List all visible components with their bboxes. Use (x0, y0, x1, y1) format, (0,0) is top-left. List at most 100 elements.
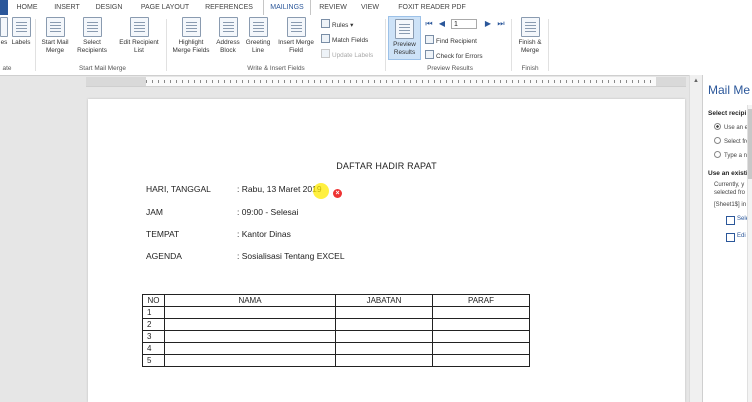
mail-merge-pane: Mail Me Select recipi Use an e Select fr… (702, 75, 752, 402)
column-header-paraf: PARAF (432, 294, 530, 307)
highlight-merge-fields-button[interactable]: Highlight Merge Fields (169, 17, 213, 55)
cell-jabatan[interactable] (335, 342, 433, 355)
insert-merge-field-button[interactable]: Insert Merge Field (274, 17, 318, 55)
check-for-errors-button[interactable]: Check for Errors (425, 50, 483, 60)
tab-file[interactable] (0, 0, 8, 15)
radio-select-from-outlook[interactable]: Select fro (714, 137, 749, 145)
check-for-errors-icon (425, 50, 434, 59)
table-header-row: NO NAMA JABATAN PARAF (142, 294, 530, 307)
pane-scrollbar-thumb[interactable] (748, 109, 752, 179)
use-existing-list-heading: Use an existi (708, 170, 748, 177)
start-mail-merge-label: Start Mail Merge (41, 39, 69, 54)
cell-nama[interactable] (164, 330, 336, 343)
cell-nama[interactable] (164, 306, 336, 319)
error-marker-icon: × (333, 189, 342, 198)
last-record-icon[interactable]: ⏭ (497, 19, 505, 28)
start-mail-merge-button[interactable]: Start Mail Merge (38, 17, 72, 55)
pane-title: Mail Me (708, 83, 751, 97)
select-recipients-button[interactable]: Select Recipients (73, 17, 111, 55)
field-value-time: : 09:00 - Selesai (237, 207, 299, 217)
match-fields-button[interactable]: Match Fields (321, 34, 368, 44)
tab-review[interactable]: REVIEW (317, 0, 349, 15)
document-scrollbar[interactable]: ▲ (689, 75, 703, 402)
cell-paraf[interactable] (432, 318, 530, 331)
attendance-table: NO NAMA JABATAN PARAF 1 2 3 4 5 (142, 294, 530, 367)
cell-paraf[interactable] (432, 330, 530, 343)
cell-jabatan[interactable] (335, 306, 433, 319)
highlight-merge-fields-label: Highlight Merge Fields (172, 39, 210, 54)
radio-label: Use an e (724, 125, 749, 131)
tab-insert[interactable]: INSERT (50, 0, 84, 15)
cell-nama[interactable] (164, 318, 336, 331)
group-separator (511, 19, 512, 71)
update-labels-button[interactable]: Update Labels (321, 49, 373, 59)
labels-icon (11, 17, 31, 37)
radio-label: Type a n (724, 153, 748, 159)
finish-merge-button[interactable]: Finish & Merge (514, 17, 546, 55)
address-block-icon (218, 17, 238, 37)
data-source-name: [Sheet1$] in (714, 202, 747, 208)
cell-paraf[interactable] (432, 306, 530, 319)
column-header-nama: NAMA (164, 294, 336, 307)
check-for-errors-label: Check for Errors (436, 53, 483, 60)
first-record-icon[interactable]: ⏮ (425, 19, 433, 28)
tab-references[interactable]: REFERENCES (203, 0, 255, 15)
field-value-place: : Kantor Dinas (237, 229, 291, 239)
field-label-agenda: AGENDA (146, 251, 182, 261)
field-value-date: : Rabu, 13 Maret 2019 (237, 184, 322, 194)
tab-page-layout[interactable]: PAGE LAYOUT (134, 0, 196, 15)
labels-button[interactable]: Labels (10, 17, 32, 47)
tab-foxit-reader-pdf[interactable]: FOXIT READER PDF (393, 0, 471, 15)
table-row: 1 (142, 306, 530, 319)
select-recipients-icon (82, 17, 102, 37)
tab-design[interactable]: DESIGN (92, 0, 126, 15)
edit-recipient-list-link[interactable]: Edi (737, 233, 746, 239)
address-block-button[interactable]: Address Block (214, 17, 242, 55)
scroll-up-icon[interactable]: ▲ (693, 78, 699, 84)
cell-paraf[interactable] (432, 342, 530, 355)
envelopes-button[interactable]: es (0, 17, 8, 47)
radio-use-existing-list[interactable]: Use an e (714, 123, 748, 131)
preview-results-button[interactable]: Preview Results (388, 16, 421, 60)
ruler-ticks (146, 80, 656, 83)
next-record-icon[interactable]: ▶ (484, 19, 492, 28)
record-number-input[interactable]: 1 (451, 19, 477, 29)
cell-nama[interactable] (164, 342, 336, 355)
greeting-line-button[interactable]: Greeting Line (243, 17, 273, 55)
find-recipient-button[interactable]: Find Recipient (425, 35, 477, 45)
cell-jabatan[interactable] (335, 330, 433, 343)
horizontal-ruler[interactable] (86, 77, 686, 87)
update-labels-icon (321, 49, 330, 58)
ribbon-tab-bar: HOME INSERT DESIGN PAGE LAYOUT REFERENCE… (0, 0, 752, 17)
radio-label: Select fro (724, 139, 750, 145)
field-value-agenda: : Sosialisasi Tentang EXCEL (237, 251, 345, 261)
cell-paraf[interactable] (432, 354, 530, 367)
select-recipients-heading: Select recipi (708, 110, 747, 117)
row-number: 2 (142, 318, 165, 331)
insert-merge-field-label: Insert Merge Field (278, 39, 314, 54)
greeting-line-icon (248, 17, 268, 37)
tab-home[interactable]: HOME (12, 0, 42, 15)
rules-button[interactable]: Rules ▾ (321, 19, 353, 29)
rules-icon (321, 19, 330, 28)
previous-record-icon[interactable]: ◀ (438, 19, 446, 28)
document-title: DAFTAR HADIR RAPAT (336, 161, 437, 171)
tab-view[interactable]: VIEW (357, 0, 383, 15)
column-header-jabatan: JABATAN (335, 294, 433, 307)
find-recipient-label: Find Recipient (436, 38, 477, 45)
select-recipients-label: Select Recipients (77, 39, 107, 54)
cell-nama[interactable] (164, 354, 336, 367)
radio-type-new-list[interactable]: Type a n (714, 151, 747, 159)
group-separator (385, 19, 386, 71)
pane-description-line: selected fro (714, 190, 746, 196)
greeting-line-label: Greeting Line (245, 39, 271, 54)
document-page[interactable]: DAFTAR HADIR RAPAT HARI, TANGGAL : Rabu,… (88, 99, 685, 402)
labels-label: Labels (11, 39, 31, 46)
insert-merge-field-icon (286, 17, 306, 37)
cell-jabatan[interactable] (335, 354, 433, 367)
cell-jabatan[interactable] (335, 318, 433, 331)
group-separator (35, 19, 36, 71)
pane-description-line: Currently, y (714, 182, 745, 188)
edit-recipient-list-button[interactable]: Edit Recipient List (116, 17, 162, 55)
column-header-no: NO (142, 294, 165, 307)
